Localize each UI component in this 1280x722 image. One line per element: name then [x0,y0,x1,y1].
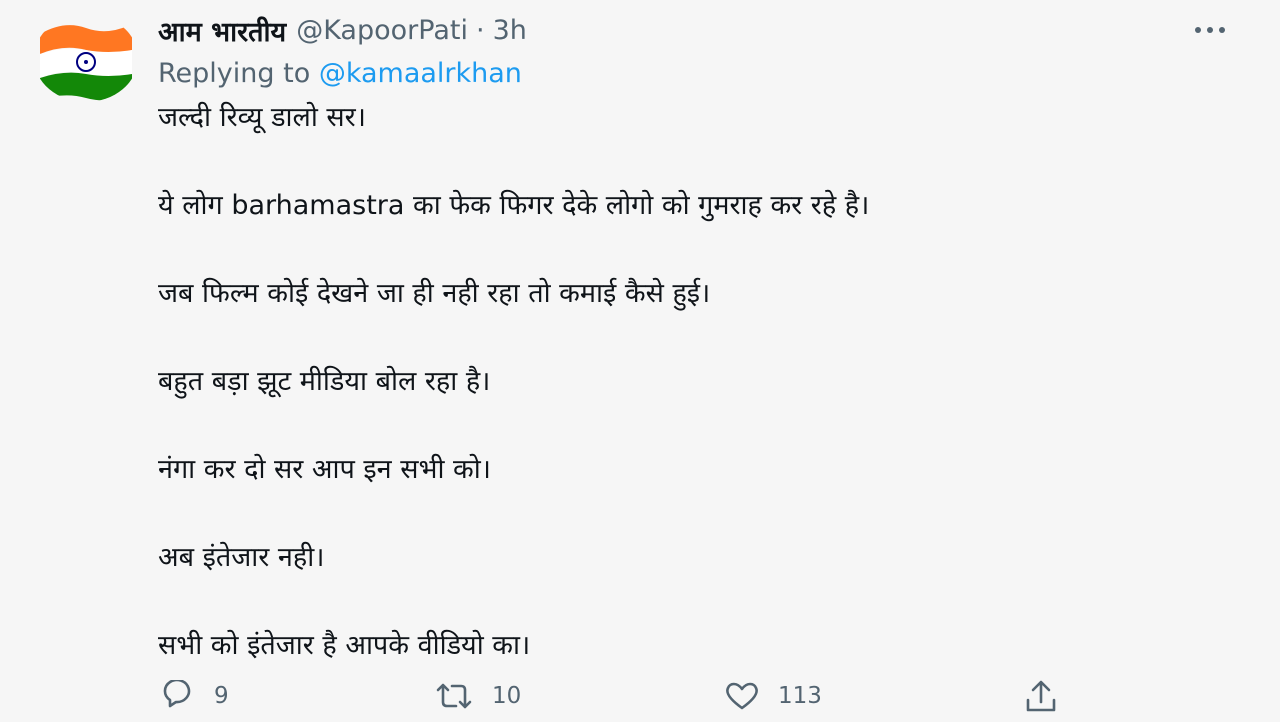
tweet-line: नंगा कर दो सर आप इन सभी को। [158,454,492,485]
tweet-line: जल्दी रिव्यू डालो सर। [158,102,366,133]
display-name[interactable]: आम भारतीय [158,12,286,49]
like-button[interactable]: 113 [724,676,822,716]
more-button[interactable] [1190,12,1230,48]
tweet-line: बहुत बड़ा झूट मीडिया बोल रहा है। [158,366,491,397]
retweet-button[interactable]: 10 [434,676,521,716]
user-handle[interactable]: @KapoorPati [296,15,468,46]
retweet-icon [436,683,472,709]
timestamp[interactable]: 3h [493,15,527,46]
replying-prefix: Replying to [158,58,311,89]
tweet-actions: 9 10 113 [158,676,1238,716]
avatar[interactable] [34,14,138,102]
like-icon [726,682,758,710]
reply-button[interactable]: 9 [162,676,229,716]
indian-flag-avatar-icon [34,14,138,102]
tweet-line: ये लोग barhamastra का फेक फिगर देके लोगो… [158,190,870,221]
tweet-text: जल्दी रिव्यू डालो सर। ये लोग barhamastra… [158,100,1238,664]
like-count: 113 [778,683,822,709]
tweet: आम भारतीय @KapoorPati · 3h Replying to @… [0,0,1280,722]
separator-dot: · [475,14,485,46]
tweet-header: आम भारतीय @KapoorPati · 3h [158,10,527,50]
retweet-count: 10 [492,683,522,709]
replying-to: Replying to @kamaalrkhan [158,58,522,89]
share-button[interactable] [1024,676,1058,716]
tweet-line: सभी को इंतेजार है आपके वीडियो का। [158,630,531,661]
share-icon [1026,680,1056,712]
replying-mention-link[interactable]: @kamaalrkhan [319,58,522,89]
reply-count: 9 [214,683,229,709]
reply-icon [163,680,191,708]
tweet-line: अब इंतेजार नही। [158,542,325,573]
more-icon [1195,27,1225,33]
tweet-line: जब फिल्म कोई देखने जा ही नही रहा तो कमाई… [158,278,711,309]
